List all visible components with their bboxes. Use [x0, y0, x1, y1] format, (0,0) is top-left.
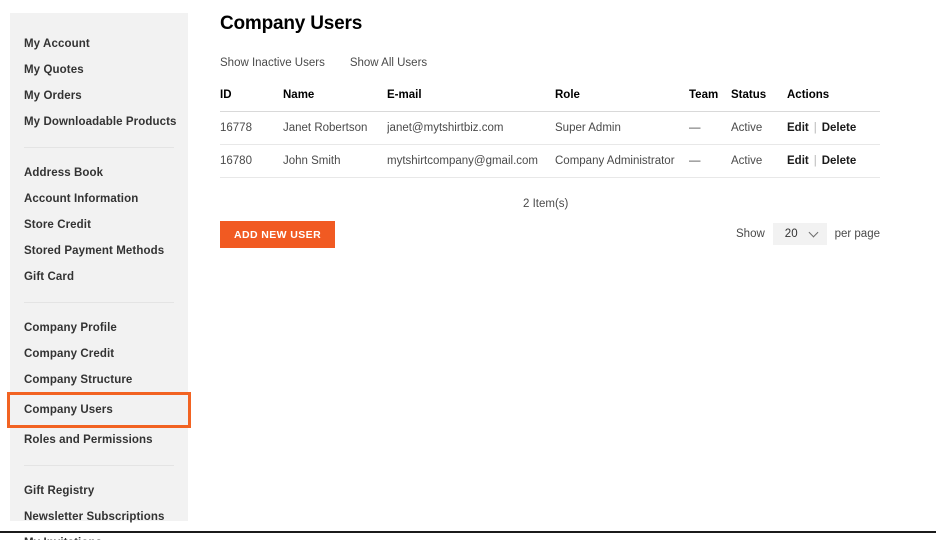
- cell-team: —: [689, 111, 731, 145]
- page-title: Company Users: [220, 13, 363, 34]
- sidebar-item-company-profile[interactable]: Company Profile: [10, 315, 188, 341]
- item-count-label: 2 Item(s): [523, 198, 569, 210]
- cell-status: Active: [731, 144, 787, 178]
- sidebar-divider: [24, 302, 174, 303]
- sidebar-item-stored-payment-methods[interactable]: Stored Payment Methods: [10, 238, 188, 264]
- sidebar-item-gift-registry[interactable]: Gift Registry: [10, 478, 188, 504]
- account-sidebar-nav: My Account My Quotes My Orders My Downlo…: [7, 13, 191, 540]
- sidebar-item-my-account[interactable]: My Account: [10, 31, 188, 57]
- company-users-table: ID Name E-mail Role Team Status Actions …: [220, 89, 880, 178]
- chevron-down-icon: [810, 228, 819, 237]
- column-header-email: E-mail: [387, 89, 555, 112]
- edit-user-link[interactable]: Edit: [787, 122, 809, 134]
- delete-user-link[interactable]: Delete: [822, 155, 857, 167]
- sidebar-divider: [24, 465, 174, 466]
- add-new-user-button[interactable]: ADD NEW USER: [220, 221, 336, 248]
- cell-status: Active: [731, 111, 787, 145]
- main-content: Company Users Show Inactive Users Show A…: [220, 13, 920, 245]
- edit-user-link[interactable]: Edit: [787, 155, 809, 167]
- sidebar-item-store-credit[interactable]: Store Credit: [10, 212, 188, 238]
- cell-id: 16778: [220, 111, 283, 145]
- action-separator: |: [813, 155, 817, 167]
- show-inactive-users-link[interactable]: Show Inactive Users: [220, 57, 325, 69]
- table-row: 16780 John Smith mytshirtcompany@gmail.c…: [220, 144, 880, 178]
- sidebar-item-address-book[interactable]: Address Book: [10, 160, 188, 186]
- sidebar-item-company-credit[interactable]: Company Credit: [10, 341, 188, 367]
- sidebar-item-gift-card[interactable]: Gift Card: [10, 264, 188, 290]
- sidebar-group-company: Company Profile Company Credit Company S…: [7, 315, 191, 453]
- table-header-row: ID Name E-mail Role Team Status Actions: [220, 89, 880, 112]
- page-bottom-rule: [0, 531, 936, 533]
- cell-name: John Smith: [283, 144, 387, 178]
- column-header-id: ID: [220, 89, 283, 112]
- per-page-limiter: Show 20 per page: [736, 223, 880, 245]
- per-page-select[interactable]: 20: [772, 223, 827, 245]
- sidebar-item-newsletter-subscriptions[interactable]: Newsletter Subscriptions: [10, 504, 188, 530]
- account-page: My Account My Quotes My Orders My Downlo…: [0, 0, 936, 540]
- cell-email: mytshirtcompany@gmail.com: [387, 144, 555, 178]
- cell-role: Company Administrator: [555, 144, 689, 178]
- sidebar-item-roles-and-permissions[interactable]: Roles and Permissions: [10, 427, 188, 453]
- per-page-value: 20: [784, 228, 798, 240]
- cell-actions: Edit | Delete: [787, 144, 880, 178]
- column-header-name: Name: [283, 89, 387, 112]
- cell-email: janet@mytshirtbiz.com: [387, 111, 555, 145]
- table-body: 16778 Janet Robertson janet@mytshirtbiz.…: [220, 111, 880, 178]
- show-all-users-link[interactable]: Show All Users: [350, 57, 427, 69]
- sidebar-item-account-information[interactable]: Account Information: [10, 186, 188, 212]
- cell-name: Janet Robertson: [283, 111, 387, 145]
- table-row: 16778 Janet Robertson janet@mytshirtbiz.…: [220, 111, 880, 145]
- cell-team: —: [689, 144, 731, 178]
- sidebar-group-profile: Address Book Account Information Store C…: [10, 160, 188, 290]
- column-header-role: Role: [555, 89, 689, 112]
- sidebar-item-my-quotes[interactable]: My Quotes: [10, 57, 188, 83]
- cell-id: 16780: [220, 144, 283, 178]
- user-filter-links: Show Inactive Users Show All Users: [220, 57, 920, 69]
- column-header-status: Status: [731, 89, 787, 112]
- delete-user-link[interactable]: Delete: [822, 122, 857, 134]
- limiter-per-page-label: per page: [834, 228, 880, 240]
- action-separator: |: [813, 122, 817, 134]
- cell-role: Super Admin: [555, 111, 689, 145]
- table-head: ID Name E-mail Role Team Status Actions: [220, 89, 880, 112]
- limiter-show-label: Show: [736, 228, 765, 240]
- cell-actions: Edit | Delete: [787, 111, 880, 145]
- sidebar-item-company-structure[interactable]: Company Structure: [10, 367, 188, 393]
- sidebar-item-my-downloadable-products[interactable]: My Downloadable Products: [10, 109, 188, 135]
- sidebar-item-my-orders[interactable]: My Orders: [10, 83, 188, 109]
- sidebar-group-account: My Account My Quotes My Orders My Downlo…: [10, 31, 188, 135]
- column-header-actions: Actions: [787, 89, 880, 112]
- sidebar-divider: [24, 147, 174, 148]
- column-header-team: Team: [689, 89, 731, 112]
- sidebar-item-company-users[interactable]: Company Users: [7, 392, 191, 428]
